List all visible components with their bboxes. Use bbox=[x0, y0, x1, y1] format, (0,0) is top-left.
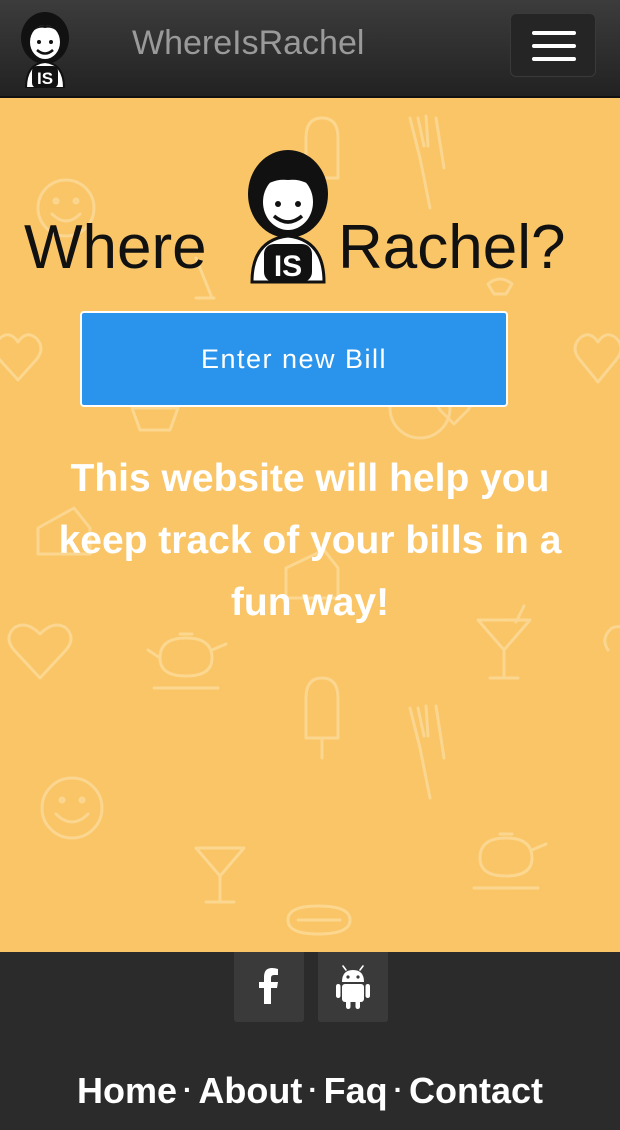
android-icon bbox=[336, 965, 370, 1009]
footer-link-contact[interactable]: Contact bbox=[409, 1070, 543, 1111]
rachel-avatar-icon[interactable]: IS bbox=[18, 8, 72, 88]
footer-link-about[interactable]: About bbox=[198, 1070, 302, 1111]
footer: Home · About · Faq · Contact bbox=[0, 952, 620, 1130]
logo-badge-text: IS bbox=[274, 250, 302, 283]
facebook-icon bbox=[259, 968, 278, 1004]
top-navbar: IS WhereIsRachel bbox=[0, 0, 620, 98]
android-button[interactable] bbox=[318, 952, 388, 1022]
hamburger-icon-bar bbox=[532, 44, 576, 48]
footer-links: Home · About · Faq · Contact bbox=[0, 1070, 620, 1112]
hamburger-icon bbox=[532, 31, 576, 35]
brand-title[interactable]: WhereIsRachel bbox=[132, 24, 364, 63]
hamburger-icon-bar bbox=[532, 57, 576, 61]
footer-link-home[interactable]: Home bbox=[77, 1070, 177, 1111]
footer-link-faq[interactable]: Faq bbox=[324, 1070, 388, 1111]
footer-separator: · bbox=[183, 1074, 193, 1105]
hero-tagline: This website will help you keep track of… bbox=[58, 457, 562, 624]
menu-toggle-button[interactable] bbox=[510, 13, 596, 77]
facebook-button[interactable] bbox=[234, 952, 304, 1022]
footer-separator: · bbox=[308, 1074, 318, 1105]
footer-separator: · bbox=[393, 1074, 403, 1105]
logo-text-rachel: Rachel? bbox=[338, 213, 565, 282]
hero-section: Where Rachel? IS Enter new Bill This web… bbox=[0, 98, 620, 952]
where-is-rachel-logo: Where Rachel? IS bbox=[24, 150, 565, 284]
svg-text:IS: IS bbox=[37, 69, 53, 88]
logo-text-where: Where bbox=[24, 213, 207, 282]
enter-new-bill-button[interactable]: Enter new Bill bbox=[80, 311, 508, 407]
